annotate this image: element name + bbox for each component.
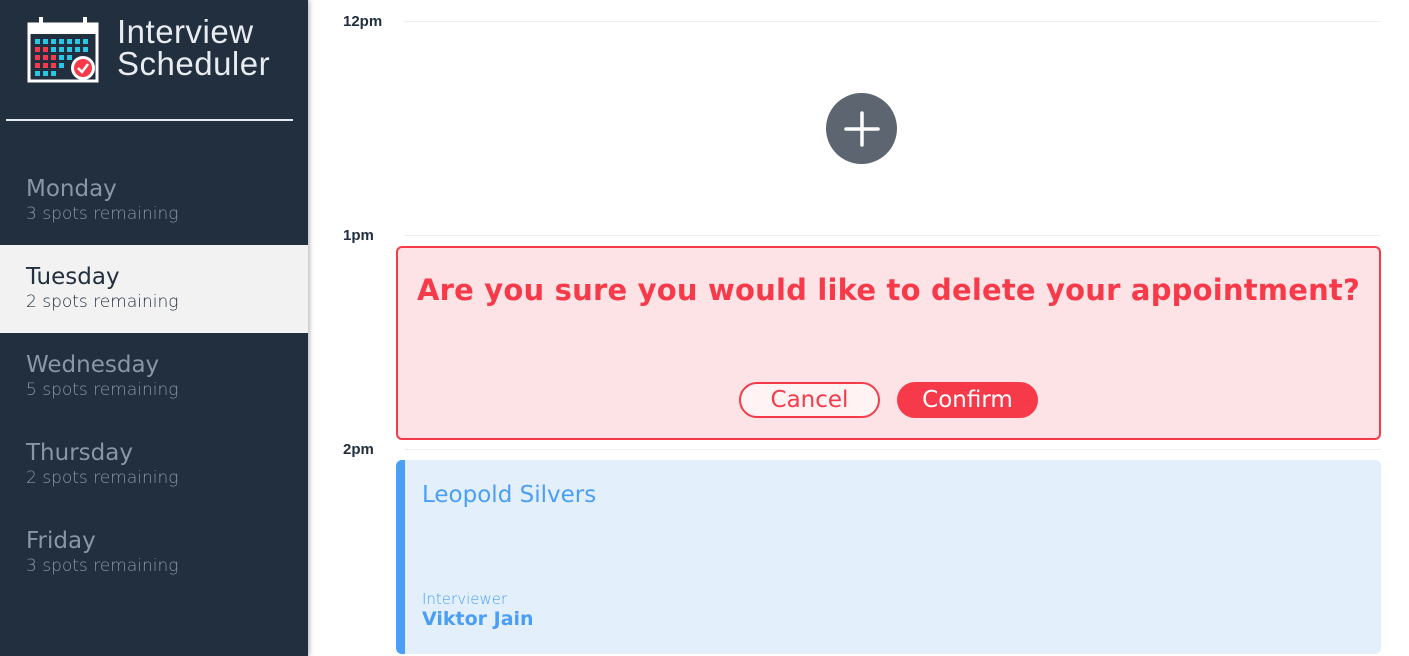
day-name: Friday (26, 528, 96, 554)
sidebar-divider (6, 119, 293, 121)
student-name: Leopold Silvers (422, 482, 597, 508)
day-item-wednesday[interactable]: Wednesday 5 spots remaining (0, 333, 308, 421)
day-list: Monday 3 spots remaining Tuesday 2 spots… (0, 157, 308, 597)
time-divider (404, 21, 1381, 22)
confirm-button[interactable]: Confirm (897, 382, 1038, 418)
appointment-card[interactable]: Leopold Silvers Interviewer Viktor Jain (396, 460, 1381, 654)
day-item-tuesday[interactable]: Tuesday 2 spots remaining (0, 245, 308, 333)
day-spots: 2 spots remaining (26, 292, 179, 312)
delete-confirmation: Are you sure you would like to delete yo… (396, 246, 1381, 440)
add-appointment-button[interactable] (826, 93, 897, 164)
day-item-friday[interactable]: Friday 3 spots remaining (0, 509, 308, 597)
day-spots: 3 spots remaining (26, 556, 179, 576)
time-divider (404, 449, 1381, 450)
app-title-line2: Scheduler (117, 45, 271, 82)
app-title-line1: Interview (117, 13, 254, 50)
calendar-check-icon (27, 17, 99, 83)
day-name: Tuesday (26, 264, 120, 290)
plus-icon (843, 110, 880, 147)
day-spots: 3 spots remaining (26, 204, 179, 224)
day-item-thursday[interactable]: Thursday 2 spots remaining (0, 421, 308, 509)
interviewer-name: Viktor Jain (422, 608, 534, 630)
day-item-monday[interactable]: Monday 3 spots remaining (0, 157, 308, 245)
time-divider (404, 235, 1381, 236)
time-label-1pm: 1pm (343, 227, 374, 244)
app-title: Interview Scheduler (117, 13, 271, 82)
confirm-message: Are you sure you would like to delete yo… (416, 273, 1361, 307)
interviewer-label: Interviewer (422, 590, 508, 608)
cancel-button[interactable]: Cancel (739, 382, 880, 418)
day-name: Monday (26, 176, 117, 202)
sidebar: Interview Scheduler Monday 3 spots remai… (0, 0, 308, 656)
time-label-12pm: 12pm (343, 13, 383, 30)
day-spots: 2 spots remaining (26, 468, 179, 488)
day-spots: 5 spots remaining (26, 380, 179, 400)
day-name: Wednesday (26, 352, 160, 378)
time-label-2pm: 2pm (343, 441, 374, 458)
day-name: Thursday (26, 440, 133, 466)
